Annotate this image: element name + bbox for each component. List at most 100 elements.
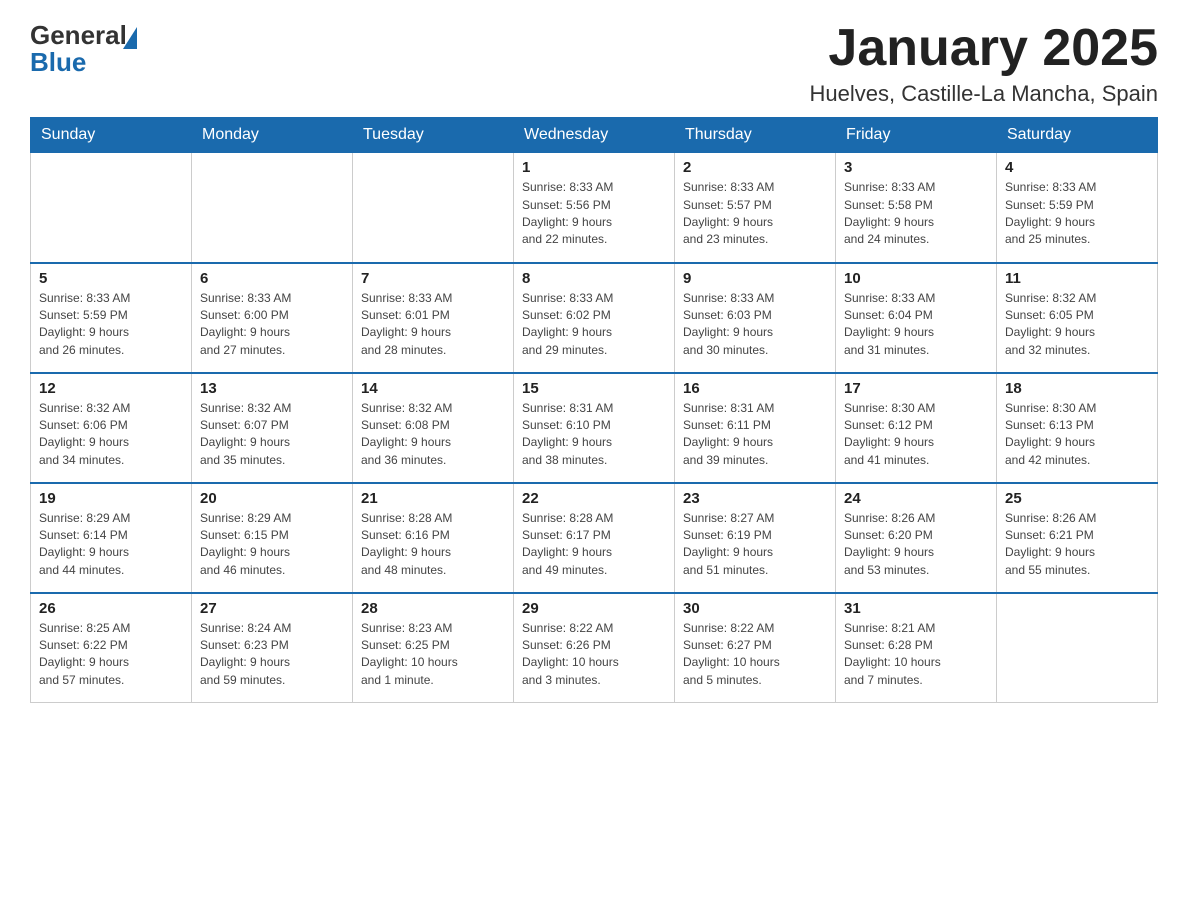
- day-info: Sunrise: 8:25 AMSunset: 6:22 PMDaylight:…: [39, 620, 183, 690]
- day-of-week-header: Thursday: [675, 118, 836, 153]
- day-number: 13: [200, 380, 344, 397]
- day-info: Sunrise: 8:33 AMSunset: 5:58 PMDaylight:…: [844, 179, 988, 249]
- day-info: Sunrise: 8:32 AMSunset: 6:05 PMDaylight:…: [1005, 290, 1149, 360]
- calendar-header-row: SundayMondayTuesdayWednesdayThursdayFrid…: [31, 118, 1158, 153]
- calendar-day-cell: 3 Sunrise: 8:33 AMSunset: 5:58 PMDaylight…: [836, 153, 997, 263]
- calendar-day-cell: 16 Sunrise: 8:31 AMSunset: 6:11 PMDayligh…: [675, 373, 836, 483]
- calendar-day-cell: 11 Sunrise: 8:32 AMSunset: 6:05 PMDayligh…: [997, 263, 1158, 373]
- calendar-day-cell: [353, 153, 514, 263]
- calendar-day-cell: 4Sunrise: 8:33 AMSunset: 5:59 PMDaylight…: [997, 153, 1158, 263]
- day-info: Sunrise: 8:33 AMSunset: 6:02 PMDaylight:…: [522, 290, 666, 360]
- day-number: 21: [361, 490, 505, 507]
- day-number: 17: [844, 380, 988, 397]
- day-number: 30: [683, 600, 827, 617]
- calendar-day-cell: 15Sunrise: 8:31 AMSunset: 6:10 PMDayligh…: [514, 373, 675, 483]
- day-number: 12: [39, 380, 183, 397]
- calendar-day-cell: 19 Sunrise: 8:29 AMSunset: 6:14 PMDayligh…: [31, 483, 192, 593]
- day-info: Sunrise: 8:33 AMSunset: 6:04 PMDaylight:…: [844, 290, 988, 360]
- calendar-day-cell: 26 Sunrise: 8:25 AMSunset: 6:22 PMDayligh…: [31, 593, 192, 703]
- calendar-week-row: 19 Sunrise: 8:29 AMSunset: 6:14 PMDayligh…: [31, 483, 1158, 593]
- calendar-day-cell: 27Sunrise: 8:24 AMSunset: 6:23 PMDayligh…: [192, 593, 353, 703]
- day-number: 11: [1005, 270, 1149, 287]
- calendar-day-cell: 12 Sunrise: 8:32 AMSunset: 6:06 PMDayligh…: [31, 373, 192, 483]
- day-info: Sunrise: 8:28 AMSunset: 6:16 PMDaylight:…: [361, 510, 505, 580]
- day-number: 6: [200, 270, 344, 287]
- day-number: 24: [844, 490, 988, 507]
- day-number: 26: [39, 600, 183, 617]
- day-of-week-header: Saturday: [997, 118, 1158, 153]
- month-title: January 2025: [809, 20, 1158, 77]
- day-info: Sunrise: 8:22 AMSunset: 6:26 PMDaylight:…: [522, 620, 666, 690]
- day-info: Sunrise: 8:32 AMSunset: 6:08 PMDaylight:…: [361, 400, 505, 470]
- day-info: Sunrise: 8:27 AMSunset: 6:19 PMDaylight:…: [683, 510, 827, 580]
- day-info: Sunrise: 8:29 AMSunset: 6:15 PMDaylight:…: [200, 510, 344, 580]
- calendar-week-row: 26 Sunrise: 8:25 AMSunset: 6:22 PMDayligh…: [31, 593, 1158, 703]
- calendar-week-row: 1 Sunrise: 8:33 AMSunset: 5:56 PMDaylight…: [31, 153, 1158, 263]
- calendar-table: SundayMondayTuesdayWednesdayThursdayFrid…: [30, 117, 1158, 703]
- day-info: Sunrise: 8:32 AMSunset: 6:07 PMDaylight:…: [200, 400, 344, 470]
- calendar-week-row: 12 Sunrise: 8:32 AMSunset: 6:06 PMDayligh…: [31, 373, 1158, 483]
- day-info: Sunrise: 8:21 AMSunset: 6:28 PMDaylight:…: [844, 620, 988, 690]
- calendar-day-cell: 23Sunrise: 8:27 AMSunset: 6:19 PMDayligh…: [675, 483, 836, 593]
- calendar-day-cell: 13 Sunrise: 8:32 AMSunset: 6:07 PMDayligh…: [192, 373, 353, 483]
- day-info: Sunrise: 8:28 AMSunset: 6:17 PMDaylight:…: [522, 510, 666, 580]
- logo-triangle-icon: [123, 27, 137, 49]
- day-number: 22: [522, 490, 666, 507]
- calendar-day-cell: 18Sunrise: 8:30 AMSunset: 6:13 PMDayligh…: [997, 373, 1158, 483]
- calendar-day-cell: 6Sunrise: 8:33 AMSunset: 6:00 PMDaylight…: [192, 263, 353, 373]
- calendar-day-cell: 10 Sunrise: 8:33 AMSunset: 6:04 PMDayligh…: [836, 263, 997, 373]
- day-number: 9: [683, 270, 827, 287]
- calendar-day-cell: 2Sunrise: 8:33 AMSunset: 5:57 PMDaylight…: [675, 153, 836, 263]
- day-of-week-header: Wednesday: [514, 118, 675, 153]
- logo-blue: Blue: [30, 47, 86, 78]
- day-of-week-header: Monday: [192, 118, 353, 153]
- day-number: 5: [39, 270, 183, 287]
- calendar-day-cell: 29 Sunrise: 8:22 AMSunset: 6:26 PMDayligh…: [514, 593, 675, 703]
- day-of-week-header: Friday: [836, 118, 997, 153]
- day-info: Sunrise: 8:26 AMSunset: 6:20 PMDaylight:…: [844, 510, 988, 580]
- calendar-day-cell: [997, 593, 1158, 703]
- day-number: 31: [844, 600, 988, 617]
- day-info: Sunrise: 8:33 AMSunset: 5:56 PMDaylight:…: [522, 179, 666, 249]
- calendar-day-cell: 21 Sunrise: 8:28 AMSunset: 6:16 PMDayligh…: [353, 483, 514, 593]
- logo: General Blue: [30, 20, 137, 78]
- day-info: Sunrise: 8:23 AMSunset: 6:25 PMDaylight:…: [361, 620, 505, 690]
- day-info: Sunrise: 8:32 AMSunset: 6:06 PMDaylight:…: [39, 400, 183, 470]
- day-info: Sunrise: 8:29 AMSunset: 6:14 PMDaylight:…: [39, 510, 183, 580]
- title-block: January 2025 Huelves, Castille-La Mancha…: [809, 20, 1158, 107]
- calendar-day-cell: [192, 153, 353, 263]
- day-number: 7: [361, 270, 505, 287]
- day-number: 27: [200, 600, 344, 617]
- day-number: 29: [522, 600, 666, 617]
- day-info: Sunrise: 8:30 AMSunset: 6:13 PMDaylight:…: [1005, 400, 1149, 470]
- day-info: Sunrise: 8:22 AMSunset: 6:27 PMDaylight:…: [683, 620, 827, 690]
- day-number: 2: [683, 159, 827, 176]
- calendar-day-cell: 14 Sunrise: 8:32 AMSunset: 6:08 PMDayligh…: [353, 373, 514, 483]
- day-number: 28: [361, 600, 505, 617]
- calendar-day-cell: 8 Sunrise: 8:33 AMSunset: 6:02 PMDaylight…: [514, 263, 675, 373]
- day-number: 16: [683, 380, 827, 397]
- day-number: 1: [522, 159, 666, 176]
- calendar-day-cell: 5 Sunrise: 8:33 AMSunset: 5:59 PMDaylight…: [31, 263, 192, 373]
- calendar-day-cell: 22 Sunrise: 8:28 AMSunset: 6:17 PMDayligh…: [514, 483, 675, 593]
- day-of-week-header: Sunday: [31, 118, 192, 153]
- day-number: 8: [522, 270, 666, 287]
- day-number: 14: [361, 380, 505, 397]
- day-number: 15: [522, 380, 666, 397]
- calendar-day-cell: 28 Sunrise: 8:23 AMSunset: 6:25 PMDayligh…: [353, 593, 514, 703]
- calendar-day-cell: 30 Sunrise: 8:22 AMSunset: 6:27 PMDayligh…: [675, 593, 836, 703]
- day-number: 25: [1005, 490, 1149, 507]
- calendar-week-row: 5 Sunrise: 8:33 AMSunset: 5:59 PMDaylight…: [31, 263, 1158, 373]
- day-of-week-header: Tuesday: [353, 118, 514, 153]
- page-header: General Blue January 2025 Huelves, Casti…: [30, 20, 1158, 107]
- calendar-day-cell: 25Sunrise: 8:26 AMSunset: 6:21 PMDayligh…: [997, 483, 1158, 593]
- day-number: 10: [844, 270, 988, 287]
- day-number: 4: [1005, 159, 1149, 176]
- day-info: Sunrise: 8:33 AMSunset: 5:59 PMDaylight:…: [39, 290, 183, 360]
- day-number: 19: [39, 490, 183, 507]
- day-info: Sunrise: 8:33 AMSunset: 6:01 PMDaylight:…: [361, 290, 505, 360]
- day-number: 3: [844, 159, 988, 176]
- calendar-day-cell: 7 Sunrise: 8:33 AMSunset: 6:01 PMDaylight…: [353, 263, 514, 373]
- day-info: Sunrise: 8:31 AMSunset: 6:11 PMDaylight:…: [683, 400, 827, 470]
- calendar-day-cell: 17Sunrise: 8:30 AMSunset: 6:12 PMDayligh…: [836, 373, 997, 483]
